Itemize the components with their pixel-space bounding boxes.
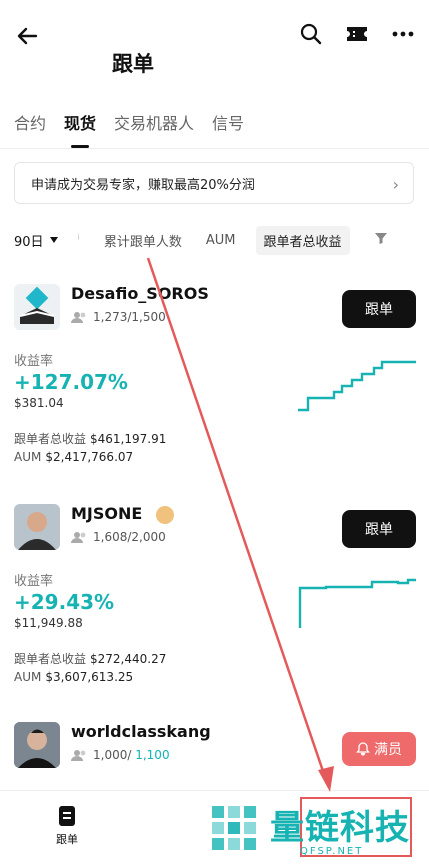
follower-pnl-row: 跟单者总收益 $461,197.91 <box>14 430 166 447</box>
tab-signal[interactable]: 信号 <box>212 110 244 142</box>
period-dropdown[interactable]: 90日 <box>14 231 58 250</box>
filter-button[interactable] <box>374 231 388 249</box>
follower-max: 1,100 <box>135 748 170 762</box>
top-actions <box>299 22 415 46</box>
document-icon <box>59 806 75 826</box>
info-icon[interactable]: ⁱ <box>78 233 80 248</box>
avatar-person-icon <box>14 504 60 550</box>
follower-pnl-row: 跟单者总收益 $272,440.27 <box>14 650 166 667</box>
trader-card[interactable]: Desafio_SOROS 1,273/1,500 跟单 收益率 +127.07… <box>14 284 416 474</box>
top-bar: 跟单 <box>0 0 429 100</box>
trader-name: Desafio_SOROS <box>71 284 209 303</box>
follower-pnl-value: $272,440.27 <box>90 652 167 666</box>
roi-value: +29.43% <box>14 590 115 614</box>
full-label: 满员 <box>374 742 402 758</box>
watermark-text: 量链科技 <box>270 808 410 848</box>
users-icon <box>71 312 86 323</box>
roi-label: 收益率 <box>14 354 54 369</box>
trader-name: worldclasskang <box>71 722 211 741</box>
follower-pnl-value: $461,197.91 <box>90 432 167 446</box>
trader-card[interactable]: worldclasskang 1,000/ 1,100 满员 <box>14 722 416 782</box>
sort-followers[interactable]: 累计跟单人数 <box>104 231 182 250</box>
avatar <box>14 504 60 550</box>
follower-current: 1,273 <box>93 310 128 324</box>
users-icon <box>71 532 86 543</box>
aum-label: AUM <box>14 450 42 464</box>
banner-text: 申请成为交易专家，赚取最高20%分润 <box>31 177 255 193</box>
full-button[interactable]: 满员 <box>342 732 416 766</box>
sort-aum[interactable]: AUM <box>206 233 236 248</box>
nav-label: 跟单 <box>56 833 78 846</box>
ticket-button[interactable] <box>345 22 369 46</box>
search-button[interactable] <box>299 22 323 46</box>
follower-pnl-label: 跟单者总收益 <box>14 432 87 446</box>
follower-pnl-label: 跟单者总收益 <box>14 652 87 666</box>
back-button[interactable] <box>14 22 42 50</box>
watermark-subtext: QFSP.NET <box>300 846 364 857</box>
more-button[interactable] <box>391 22 415 46</box>
avatar <box>14 722 60 768</box>
sort-follower-pnl[interactable]: 跟单者总收益 <box>255 225 350 255</box>
page-title: 跟单 <box>112 52 154 76</box>
pnl-value: $11,949.88 <box>14 616 83 630</box>
follower-count: 1,000/ 1,100 <box>71 748 170 762</box>
tab-spot[interactable]: 现货 <box>64 110 96 142</box>
pnl-value: $381.04 <box>14 396 64 410</box>
trader-card[interactable]: MJSONE 1,608/2,000 跟单 收益率 +29.43% $11,94… <box>14 504 416 694</box>
follower-count: 1,608/2,000 <box>71 530 166 544</box>
follower-max: /1,500 <box>127 310 166 324</box>
arrow-left-icon <box>17 27 38 45</box>
roi-sparkline <box>298 578 416 628</box>
search-icon <box>300 23 322 45</box>
roi-label: 收益率 <box>14 574 54 589</box>
roi-sparkline <box>298 360 416 412</box>
watermark-logo-icon <box>212 806 256 850</box>
bell-icon <box>356 742 370 756</box>
aum-value: $3,607,613.25 <box>45 670 134 684</box>
ticket-icon <box>347 27 367 41</box>
avatar <box>14 284 60 330</box>
avatar-person-icon <box>14 722 60 768</box>
follower-count: 1,273/1,500 <box>71 310 166 324</box>
avatar-logo-icon <box>14 284 60 330</box>
tab-contract[interactable]: 合约 <box>14 110 46 142</box>
follow-button[interactable]: 跟单 <box>342 290 416 328</box>
watermark: 量链科技 QFSP.NET <box>208 800 429 862</box>
tab-trading-bot[interactable]: 交易机器人 <box>114 110 194 142</box>
caret-down-icon <box>49 237 58 243</box>
users-icon <box>71 750 86 761</box>
filter-funnel-icon <box>374 233 387 244</box>
aum-value: $2,417,766.07 <box>45 450 134 464</box>
follow-button[interactable]: 跟单 <box>342 510 416 548</box>
sort-filter-row: 90日 ⁱ 累计跟单人数 AUM 跟单者总收益 <box>14 225 416 255</box>
aum-label: AUM <box>14 670 42 684</box>
nav-copy-trading[interactable]: 跟单 <box>56 805 78 847</box>
tab-divider <box>0 148 429 149</box>
follower-max: /2,000 <box>127 530 166 544</box>
period-label: 90日 <box>14 234 44 250</box>
roi-value: +127.07% <box>14 370 128 394</box>
trader-name: MJSONE <box>71 504 174 524</box>
follower-current: 1,000 <box>93 748 128 762</box>
trader-name-text: MJSONE <box>71 504 143 523</box>
follower-current: 1,608 <box>93 530 128 544</box>
tab-bar: 合约 现货 交易机器人 信号 <box>14 110 244 142</box>
aum-row: AUM $3,607,613.25 <box>14 670 133 684</box>
more-dots-icon <box>392 31 414 37</box>
crown-badge-icon <box>155 505 174 524</box>
apply-expert-banner[interactable]: 申请成为交易专家，赚取最高20%分润 › <box>14 162 414 204</box>
chevron-right-icon: › <box>392 175 399 194</box>
aum-row: AUM $2,417,766.07 <box>14 450 133 464</box>
